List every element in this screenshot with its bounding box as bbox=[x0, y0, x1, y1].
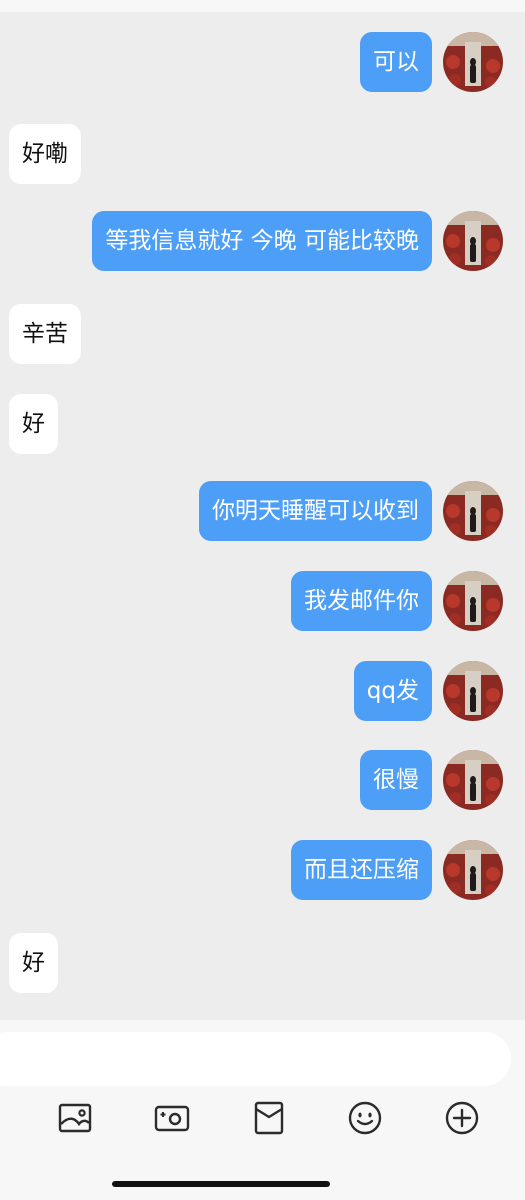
outgoing-message-bubble[interactable]: 可以 bbox=[360, 32, 432, 92]
avatar[interactable] bbox=[443, 840, 503, 900]
avatar-photo-icon bbox=[443, 481, 503, 541]
outgoing-message-bubble[interactable]: 等我信息就好 今晚 可能比较晚 bbox=[92, 211, 432, 271]
red-packet-icon[interactable] bbox=[251, 1100, 287, 1136]
avatar[interactable] bbox=[443, 750, 503, 810]
avatar[interactable] bbox=[443, 571, 503, 631]
image-icon[interactable] bbox=[57, 1100, 93, 1136]
message-row: 我发邮件你 bbox=[0, 571, 525, 631]
home-indicator[interactable] bbox=[112, 1181, 330, 1187]
outgoing-message-bubble[interactable]: 我发邮件你 bbox=[291, 571, 432, 631]
chat-message-list[interactable]: 可以 好嘞 等我信息就好 今晚 可能比较晚 辛苦 好 你明天睡醒可以收到 我发邮… bbox=[0, 12, 525, 1020]
incoming-message-bubble[interactable]: 好嘞 bbox=[9, 124, 81, 184]
avatar-photo-icon bbox=[443, 571, 503, 631]
message-row: qq发 bbox=[0, 661, 525, 721]
incoming-message-bubble[interactable]: 辛苦 bbox=[9, 304, 81, 364]
avatar-photo-icon bbox=[443, 211, 503, 271]
emoji-icon[interactable] bbox=[347, 1100, 383, 1136]
composer-panel bbox=[0, 1020, 525, 1200]
status-bar-strip bbox=[0, 0, 525, 12]
outgoing-message-bubble[interactable]: 而且还压缩 bbox=[291, 840, 432, 900]
avatar[interactable] bbox=[443, 661, 503, 721]
outgoing-message-bubble[interactable]: 很慢 bbox=[360, 750, 432, 810]
avatar[interactable] bbox=[443, 32, 503, 92]
incoming-message-bubble[interactable]: 好 bbox=[9, 394, 58, 454]
avatar-photo-icon bbox=[443, 661, 503, 721]
avatar-photo-icon bbox=[443, 32, 503, 92]
plus-icon[interactable] bbox=[444, 1100, 480, 1136]
message-row: 好 bbox=[0, 933, 525, 993]
message-row: 好嘞 bbox=[0, 124, 525, 184]
message-row: 可以 bbox=[0, 32, 525, 92]
outgoing-message-bubble[interactable]: qq发 bbox=[353, 661, 432, 721]
message-row: 而且还压缩 bbox=[0, 840, 525, 900]
avatar[interactable] bbox=[443, 481, 503, 541]
message-row: 辛苦 bbox=[0, 304, 525, 364]
avatar-photo-icon bbox=[443, 840, 503, 900]
message-row: 好 bbox=[0, 394, 525, 454]
message-input[interactable] bbox=[0, 1032, 511, 1086]
camera-icon[interactable] bbox=[154, 1100, 190, 1136]
outgoing-message-bubble[interactable]: 你明天睡醒可以收到 bbox=[199, 481, 432, 541]
message-row: 等我信息就好 今晚 可能比较晚 bbox=[0, 211, 525, 271]
avatar[interactable] bbox=[443, 211, 503, 271]
incoming-message-bubble[interactable]: 好 bbox=[9, 933, 58, 993]
avatar-photo-icon bbox=[443, 750, 503, 810]
message-row: 你明天睡醒可以收到 bbox=[0, 481, 525, 541]
message-row: 很慢 bbox=[0, 750, 525, 810]
